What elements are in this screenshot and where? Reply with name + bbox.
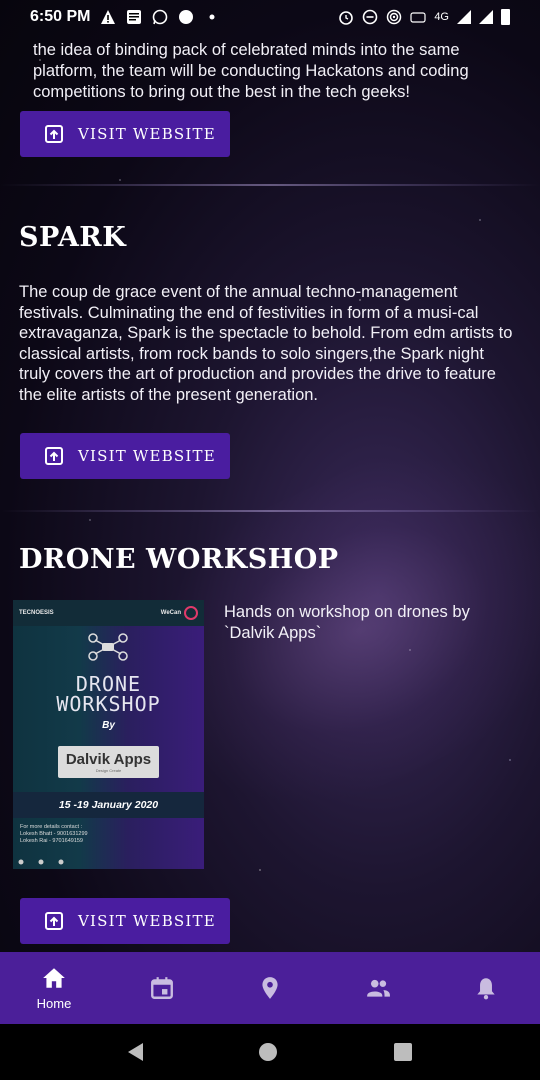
section-divider xyxy=(0,510,540,512)
dot-icon xyxy=(209,14,215,20)
visit-website-label: VISIT WEBSITE xyxy=(78,447,216,465)
system-navigation-bar xyxy=(0,1024,540,1080)
poster-date: 15 -19 January 2020 xyxy=(58,799,159,811)
visit-website-button-hackathon[interactable]: VISIT WEBSITE xyxy=(20,111,230,157)
nav-home[interactable]: Home xyxy=(4,952,104,1024)
hackathon-description: the idea of binding pack of celebrated m… xyxy=(33,41,469,101)
spark-description: The coup de grace event of the annual te… xyxy=(19,283,513,404)
poster-social-links xyxy=(18,858,199,865)
hotspot-icon xyxy=(387,9,402,25)
poster-by: By xyxy=(102,720,115,731)
open-external-icon xyxy=(45,447,63,465)
instagram-icon xyxy=(18,859,24,864)
event-list[interactable]: the idea of binding pack of celebrated m… xyxy=(0,34,540,952)
warning-icon xyxy=(101,10,116,24)
back-icon[interactable] xyxy=(128,1043,144,1061)
drone-workshop-description: Hands on workshop on drones by `Dalvik A… xyxy=(224,603,470,642)
bottom-navigation: Home xyxy=(0,952,540,1024)
status-time: 6:50 PM xyxy=(30,8,91,25)
nav-location[interactable] xyxy=(220,952,320,1024)
nav-home-label: Home xyxy=(36,996,72,1011)
location-icon xyxy=(262,977,278,999)
visit-website-label: VISIT WEBSITE xyxy=(78,912,216,930)
poster-title-line2: WORKSHOP xyxy=(56,692,161,716)
signal-icon-2 xyxy=(479,10,493,24)
app-notification-icon xyxy=(179,10,194,24)
home-button-icon[interactable] xyxy=(259,1043,278,1061)
recent-apps-icon[interactable] xyxy=(393,1043,412,1061)
bell-icon xyxy=(477,978,495,1000)
visit-website-button-spark[interactable]: VISIT WEBSITE xyxy=(20,433,230,479)
network-type: 4G xyxy=(434,11,449,23)
poster-brand-right: WeCan xyxy=(160,610,181,616)
visit-website-label: VISIT WEBSITE xyxy=(78,125,216,143)
alarm-icon xyxy=(339,11,354,25)
drone-icon xyxy=(88,633,128,661)
open-external-icon xyxy=(45,125,63,143)
status-bar: 6:50 PM 4G xyxy=(0,0,540,34)
calendar-icon xyxy=(151,977,173,999)
spark-title: SPARK xyxy=(19,222,127,253)
twitter-icon xyxy=(58,859,64,864)
people-icon xyxy=(367,979,390,997)
signal-icon xyxy=(457,10,471,24)
drone-workshop-poster[interactable]: TECNOESIS WeCan DRONE WORKSHOP By Dalvik… xyxy=(13,600,204,869)
nav-team[interactable] xyxy=(328,952,428,1024)
drone-workshop-title: DRONE WORKSHOP xyxy=(19,544,339,575)
visit-website-button-drone[interactable]: VISIT WEBSITE xyxy=(20,898,230,944)
battery-icon xyxy=(501,9,510,25)
facebook-icon xyxy=(38,859,44,864)
poster-brand-left: TECNOESIS xyxy=(19,610,54,616)
nav-notifications[interactable] xyxy=(436,952,536,1024)
poster-logo xyxy=(184,606,198,620)
poster-contact: For more details contact : Lokesh Bhatt … xyxy=(20,824,88,844)
whatsapp-icon xyxy=(153,9,168,25)
news-icon xyxy=(127,10,142,24)
nav-events[interactable] xyxy=(112,952,212,1024)
volte-icon xyxy=(410,12,426,23)
section-divider xyxy=(0,184,540,186)
open-external-icon xyxy=(45,912,63,930)
do-not-disturb-icon xyxy=(363,9,378,25)
home-icon xyxy=(43,968,65,988)
dalvik-apps-logo: Dalvik Apps Design Create xyxy=(58,746,159,778)
